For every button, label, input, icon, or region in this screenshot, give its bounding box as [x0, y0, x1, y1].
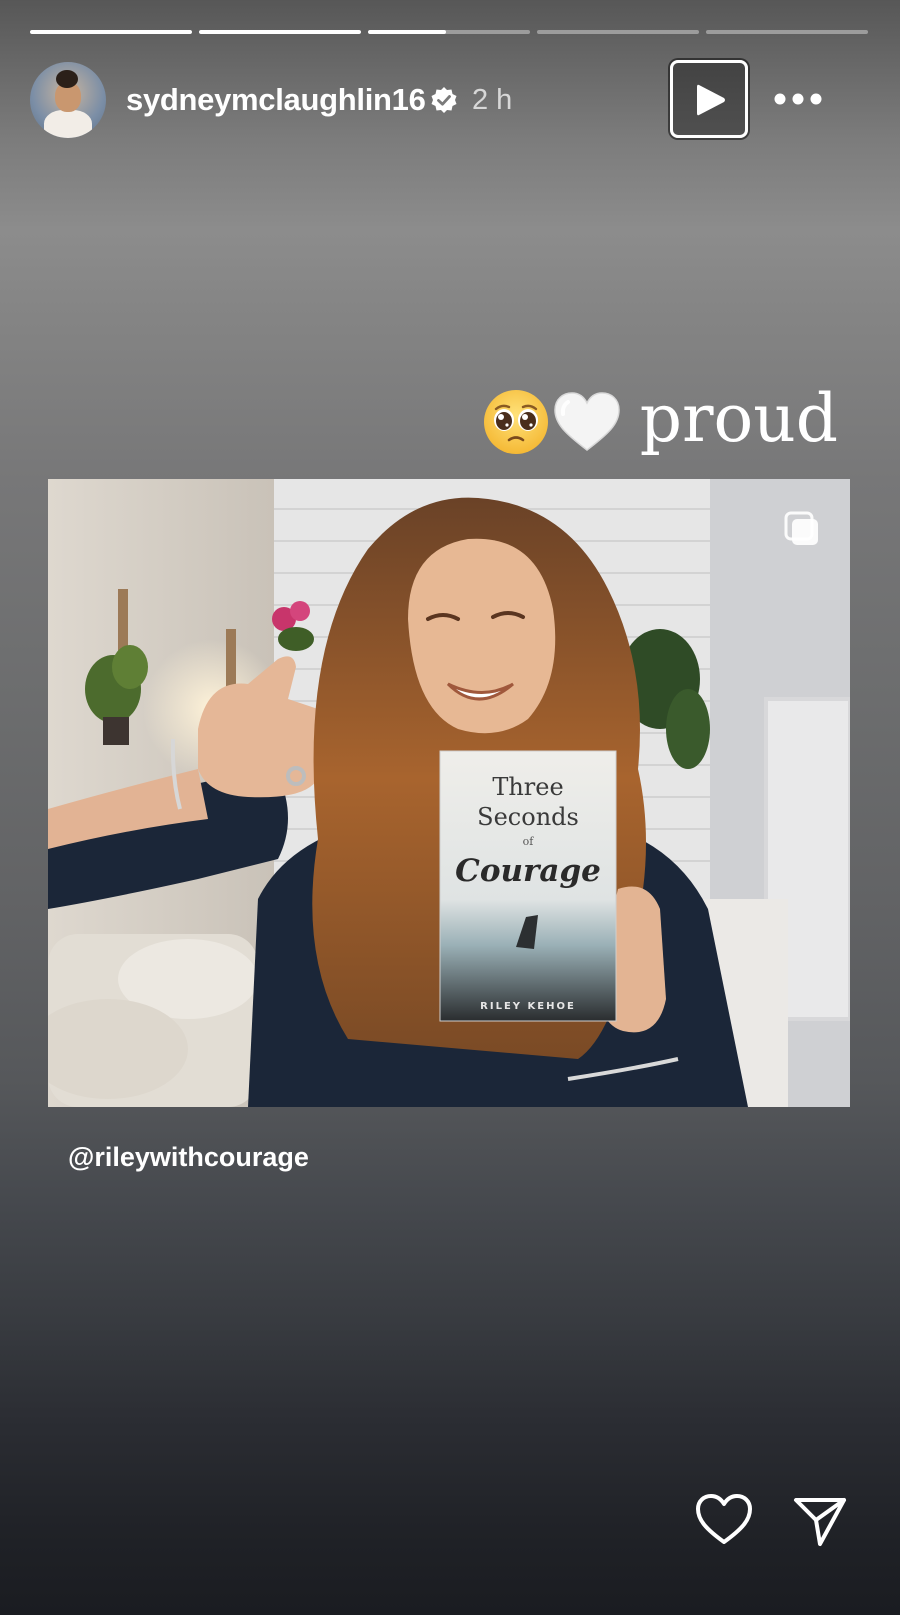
progress-segment — [199, 30, 361, 34]
story-header: sydneymclaughlin16 2 h — [30, 60, 850, 138]
text-sticker: proud — [482, 382, 838, 462]
progress-segment — [537, 30, 699, 34]
book-title-line2: Seconds — [477, 803, 579, 831]
more-options-button[interactable] — [770, 82, 826, 116]
verified-badge-icon — [430, 86, 458, 114]
play-button[interactable] — [670, 60, 748, 138]
progress-segment — [706, 30, 868, 34]
avatar[interactable] — [30, 62, 106, 138]
book-author: RILEY KEHOE — [480, 1001, 576, 1012]
progress-fill — [199, 30, 361, 34]
photo-image: Three Seconds of Courage RILEY KEHOE — [48, 479, 850, 1107]
play-icon — [697, 84, 725, 116]
book-title-line1: Three — [492, 773, 563, 801]
story-viewer: sydneymclaughlin16 2 h proud Three Secon… — [0, 0, 900, 1615]
book: Three Seconds of Courage RILEY KEHOE — [439, 750, 617, 1022]
story-progress-bar — [30, 30, 868, 34]
avatar-body — [44, 110, 92, 138]
post-time: 2 h — [472, 84, 513, 116]
heart-outline-icon — [696, 1494, 752, 1544]
sofa — [48, 934, 258, 1107]
sticker-text: proud — [639, 380, 838, 457]
shared-post-photo[interactable]: Three Seconds of Courage RILEY KEHOE — [48, 479, 850, 1107]
pleading-face-emoji — [483, 390, 548, 454]
more-horizontal-icon — [774, 93, 822, 105]
book-title-of: of — [523, 835, 535, 848]
username[interactable]: sydneymclaughlin16 — [126, 82, 426, 118]
white-heart-emoji — [553, 392, 620, 451]
like-button[interactable] — [694, 1492, 754, 1548]
progress-fill — [30, 30, 192, 34]
mention-tag[interactable]: @rileywithcourage — [68, 1142, 309, 1173]
carousel-multiple-icon — [784, 511, 818, 545]
avatar-hair — [56, 70, 78, 88]
share-button[interactable] — [792, 1492, 848, 1548]
book-title-line3: Courage — [455, 853, 601, 889]
progress-segment — [368, 30, 530, 34]
send-paper-plane-icon — [794, 1498, 846, 1546]
progress-fill — [368, 30, 446, 34]
progress-segment — [30, 30, 192, 34]
